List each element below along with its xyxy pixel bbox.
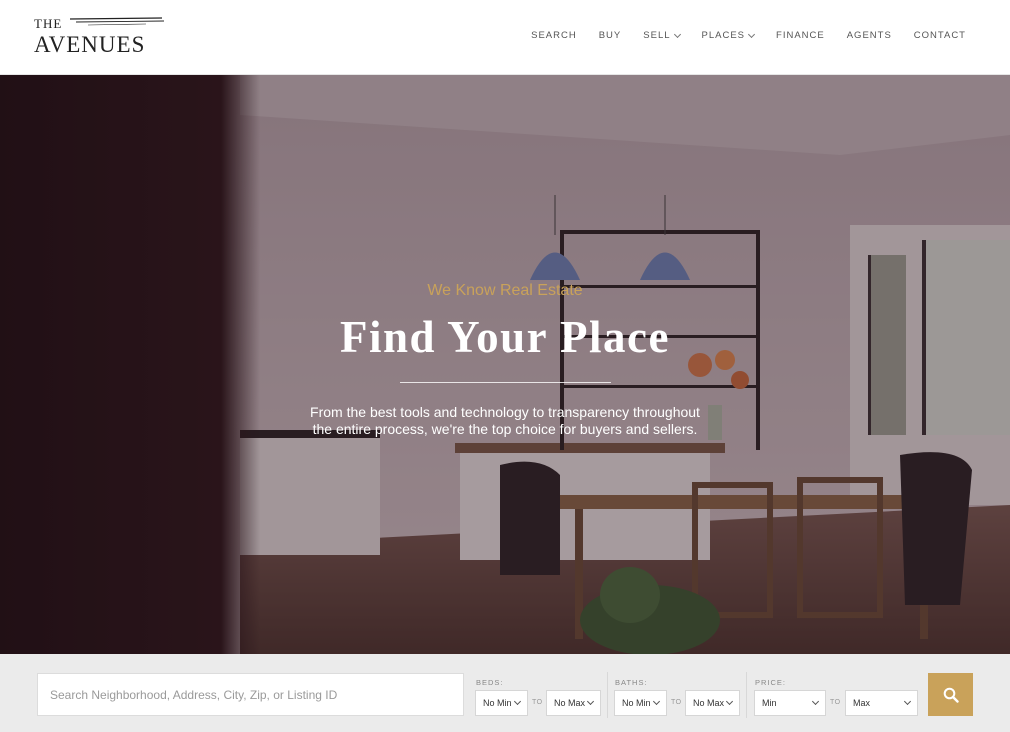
nav-contact[interactable]: CONTACT <box>914 30 966 41</box>
chevron-down-icon <box>725 697 734 706</box>
nav-agents[interactable]: AGENTS <box>847 30 892 41</box>
beds-min-value: No Min <box>483 698 512 708</box>
hero-section: We Know Real Estate Find Your Place From… <box>0 75 1010 654</box>
beds-max-select[interactable]: No Max <box>546 690 601 716</box>
chevron-down-icon <box>811 697 820 706</box>
price-to-label: TO <box>830 699 841 706</box>
price-min-select[interactable]: Min <box>754 690 826 716</box>
nav-finance-label: FINANCE <box>776 30 825 41</box>
chevron-down-icon <box>586 697 595 706</box>
search-input[interactable] <box>37 673 464 716</box>
site-header: THE AVENUES SEARCH BUY SELL PLACES FINAN… <box>0 0 1010 75</box>
chevron-down-icon <box>747 30 756 38</box>
nav-contact-label: CONTACT <box>913 30 966 41</box>
beds-max-value: No Max <box>554 698 586 708</box>
logo-main-text: AVENUES <box>34 32 146 57</box>
chevron-down-icon <box>513 697 522 706</box>
site-logo[interactable]: THE AVENUES <box>34 14 165 60</box>
chevron-down-icon <box>903 697 912 706</box>
price-label: PRICE: <box>755 678 787 687</box>
nav-agents-label: AGENTS <box>846 30 892 41</box>
nav-search[interactable]: SEARCH <box>531 30 577 41</box>
baths-max-select[interactable]: No Max <box>685 690 740 716</box>
beds-min-select[interactable]: No Min <box>475 690 528 716</box>
hero-divider <box>400 382 611 383</box>
hero-kicker: We Know Real Estate <box>427 282 583 299</box>
chevron-down-icon <box>652 697 661 706</box>
baths-min-value: No Min <box>622 698 651 708</box>
hero-description: From the best tools and technology to tr… <box>310 404 700 437</box>
nav-sell[interactable]: SELL <box>643 30 681 41</box>
beds-label: BEDS: <box>476 678 504 687</box>
hero-title: Find Your Place <box>339 312 670 362</box>
search-icon <box>943 687 959 703</box>
baths-label: BATHS: <box>615 678 648 687</box>
nav-buy[interactable]: BUY <box>599 30 622 41</box>
beds-to-label: TO <box>532 699 543 706</box>
property-search-bar: BEDS: No Min TO No Max BATHS: No Min TO … <box>0 654 1010 732</box>
chevron-down-icon <box>673 30 681 38</box>
nav-finance[interactable]: FINANCE <box>776 30 825 41</box>
nav-search-label: SEARCH <box>531 30 577 41</box>
filter-divider <box>746 672 747 718</box>
filter-divider <box>607 672 608 718</box>
nav-sell-label: SELL <box>643 30 671 41</box>
price-min-value: Min <box>762 698 777 708</box>
search-button[interactable] <box>928 673 973 716</box>
nav-places-label: PLACES <box>701 30 746 41</box>
price-max-select[interactable]: Max <box>845 690 918 716</box>
logo-swoosh-icon <box>69 17 165 26</box>
main-nav: SEARCH BUY SELL PLACES FINANCE AGENTS CO… <box>509 30 966 41</box>
price-max-value: Max <box>853 698 871 708</box>
nav-buy-label: BUY <box>598 30 622 41</box>
logo-small-text: THE <box>34 16 63 31</box>
hero-content: We Know Real Estate Find Your Place From… <box>0 75 1010 654</box>
nav-places[interactable]: PLACES <box>701 30 756 41</box>
baths-to-label: TO <box>671 699 682 706</box>
baths-min-select[interactable]: No Min <box>614 690 667 716</box>
baths-max-value: No Max <box>693 698 725 708</box>
